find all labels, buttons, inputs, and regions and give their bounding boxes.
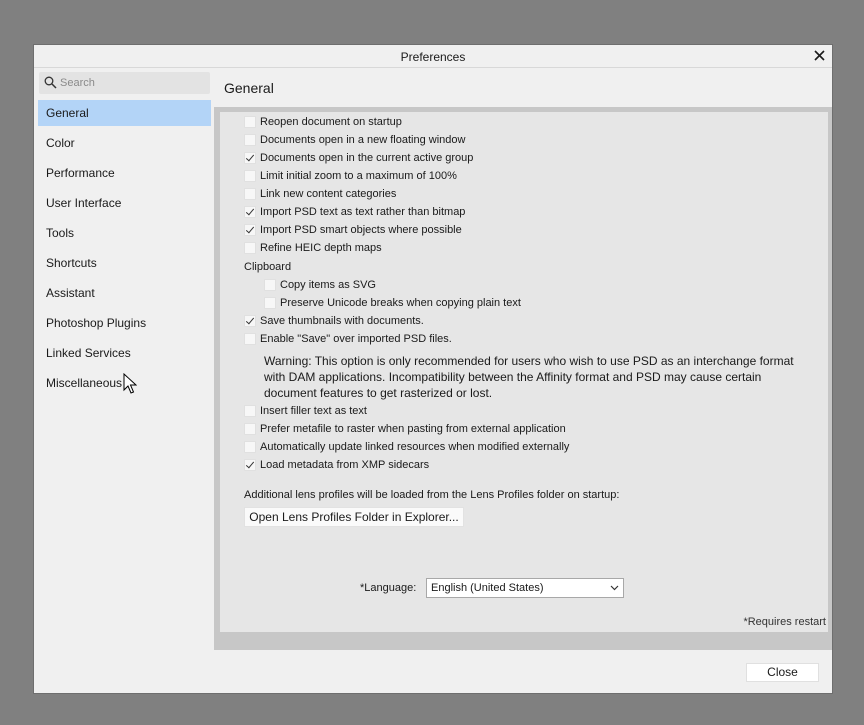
option-label: Limit initial zoom to a maximum of 100% [260, 170, 457, 182]
clipboard-section-label: Clipboard [244, 261, 292, 273]
checkbox[interactable] [244, 170, 256, 182]
sidebar-item-assistant[interactable]: Assistant [38, 280, 211, 306]
option-label: Refine HEIC depth maps [260, 242, 382, 254]
checkbox[interactable] [244, 116, 256, 128]
option-label: Save thumbnails with documents. [260, 315, 424, 327]
option-label: Copy items as SVG [280, 279, 376, 291]
option-unicode-breaks[interactable]: Preserve Unicode breaks when copying pla… [264, 294, 521, 312]
option-floating-window[interactable]: Documents open in a new floating window [244, 131, 465, 149]
checkbox[interactable] [244, 441, 256, 453]
language-value: English (United States) [431, 582, 544, 594]
checkbox[interactable] [244, 242, 256, 254]
option-auto-update-linked[interactable]: Automatically update linked resources wh… [244, 438, 569, 456]
option-label: Insert filler text as text [260, 405, 367, 417]
checkbox[interactable] [244, 405, 256, 417]
checkbox[interactable] [244, 459, 256, 471]
mouse-cursor-icon [123, 373, 137, 394]
checkbox[interactable] [244, 423, 256, 435]
sidebar-item-user-interface[interactable]: User Interface [38, 190, 211, 216]
language-label: *Language: [360, 582, 417, 594]
option-label: Link new content categories [260, 188, 397, 200]
checkbox[interactable] [244, 333, 256, 345]
chevron-down-icon [610, 585, 619, 591]
option-label: Automatically update linked resources wh… [260, 441, 570, 453]
option-label: Documents open in the current active gro… [260, 152, 474, 164]
checkbox[interactable] [264, 297, 276, 309]
checkbox[interactable] [244, 315, 256, 327]
close-icon[interactable] [811, 47, 829, 65]
open-lens-profiles-button[interactable]: Open Lens Profiles Folder in Explorer... [244, 507, 464, 527]
psd-warning-text: Warning: This option is only recommended… [264, 354, 794, 400]
option-label: Prefer metafile to raster when pasting f… [260, 423, 566, 435]
checkbox[interactable] [244, 206, 256, 218]
sidebar-item-shortcuts[interactable]: Shortcuts [38, 250, 211, 276]
option-psd-smart-objects[interactable]: Import PSD smart objects where possible [244, 221, 462, 239]
option-label: Load metadata from XMP sidecars [260, 459, 430, 471]
page-title: General [224, 80, 274, 96]
sidebar-item-tools[interactable]: Tools [38, 220, 211, 246]
page-header: General [214, 68, 832, 107]
option-save-thumbnails[interactable]: Save thumbnails with documents. [244, 312, 424, 330]
option-filler-text[interactable]: Insert filler text as text [244, 402, 367, 420]
window-title: Preferences [400, 50, 466, 64]
settings-panel: Reopen document on startup Documents ope… [220, 112, 828, 632]
option-label: Import PSD smart objects where possible [260, 224, 462, 236]
option-label: Import PSD text as text rather than bitm… [260, 206, 466, 218]
sidebar-item-photoshop-plugins[interactable]: Photoshop Plugins [38, 310, 211, 336]
option-label: Preserve Unicode breaks when copying pla… [280, 297, 521, 309]
option-heic[interactable]: Refine HEIC depth maps [244, 239, 382, 257]
option-enable-save-psd[interactable]: Enable "Save" over imported PSD files. [244, 330, 452, 348]
checkbox[interactable] [244, 134, 256, 146]
title-bar: Preferences [34, 45, 832, 68]
checkbox[interactable] [244, 152, 256, 164]
option-limit-zoom[interactable]: Limit initial zoom to a maximum of 100% [244, 167, 457, 185]
sidebar: General Color Performance User Interface… [34, 68, 214, 650]
search-input[interactable] [60, 75, 205, 91]
option-active-group[interactable]: Documents open in the current active gro… [244, 149, 473, 167]
sidebar-item-general[interactable]: General [38, 100, 211, 126]
option-link-categories[interactable]: Link new content categories [244, 185, 396, 203]
option-prefer-metafile[interactable]: Prefer metafile to raster when pasting f… [244, 420, 566, 438]
checkbox[interactable] [264, 279, 276, 291]
option-xmp-sidecars[interactable]: Load metadata from XMP sidecars [244, 456, 429, 474]
option-psd-text[interactable]: Import PSD text as text rather than bitm… [244, 203, 465, 221]
option-label: Enable "Save" over imported PSD files. [260, 333, 452, 345]
checkbox[interactable] [244, 224, 256, 236]
option-label: Reopen document on startup [260, 116, 402, 128]
search-icon [44, 76, 57, 89]
lens-profiles-info: Additional lens profiles will be loaded … [244, 489, 620, 501]
search-box[interactable] [39, 72, 210, 94]
sidebar-nav: General Color Performance User Interface… [38, 100, 211, 400]
option-label: Documents open in a new floating window [260, 134, 466, 146]
checkbox[interactable] [244, 188, 256, 200]
requires-restart-note: *Requires restart [743, 616, 826, 628]
sidebar-item-color[interactable]: Color [38, 130, 211, 156]
settings-panel-frame: Reopen document on startup Documents ope… [214, 107, 832, 650]
sidebar-item-linked-services[interactable]: Linked Services [38, 340, 211, 366]
option-copy-svg[interactable]: Copy items as SVG [264, 276, 376, 294]
close-button[interactable]: Close [746, 663, 819, 682]
option-reopen[interactable]: Reopen document on startup [244, 113, 402, 131]
preferences-dialog: Preferences General Color Performance Us… [33, 44, 833, 694]
sidebar-item-performance[interactable]: Performance [38, 160, 211, 186]
language-select[interactable]: English (United States) [426, 578, 624, 598]
